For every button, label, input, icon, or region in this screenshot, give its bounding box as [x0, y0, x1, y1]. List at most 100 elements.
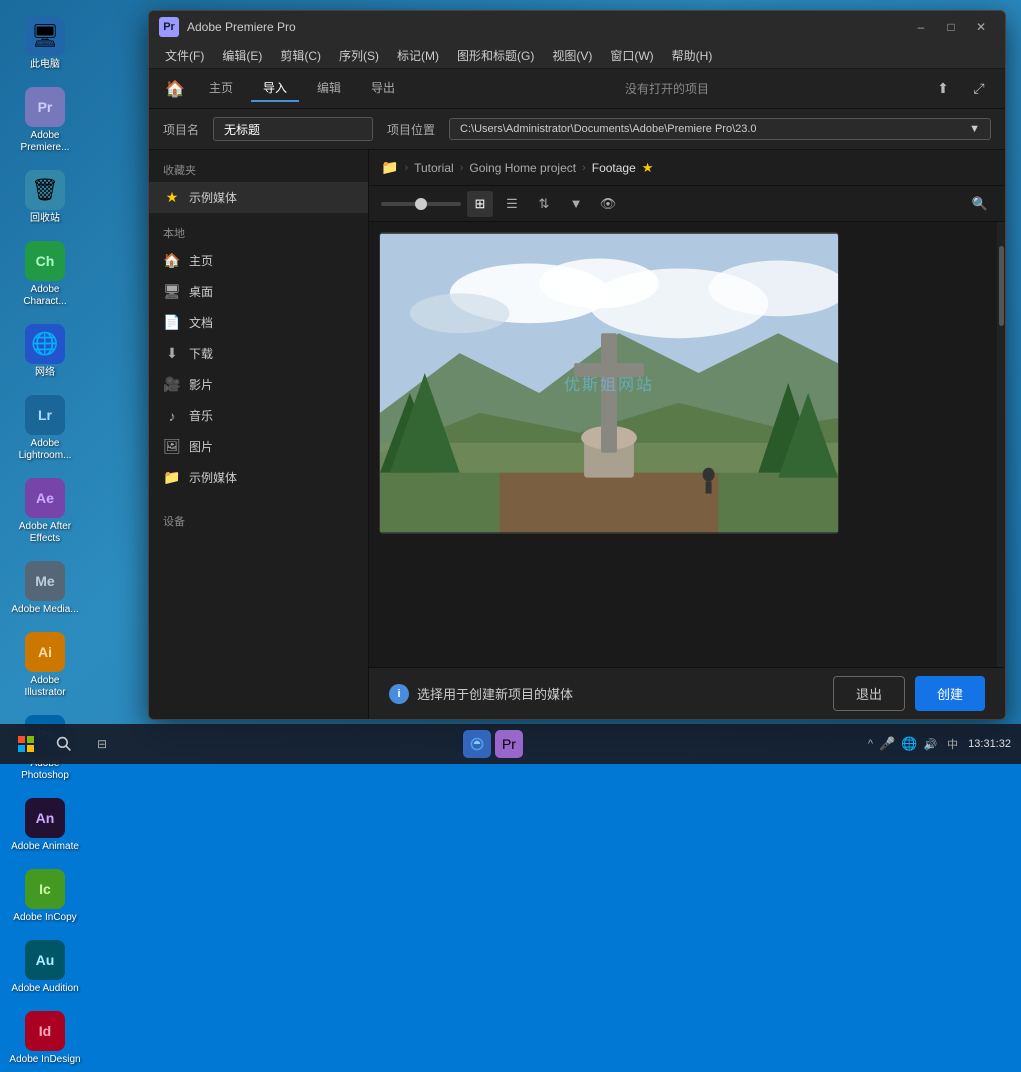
media-thumbnail: 优斯姐网站 — [380, 233, 838, 533]
menu-clip[interactable]: 剪辑(C) — [272, 45, 329, 66]
taskbar-edge-icon[interactable] — [463, 730, 491, 758]
tab-export[interactable]: 导出 — [359, 75, 407, 102]
create-button[interactable]: 创建 — [915, 676, 985, 711]
desktop-icon-animate[interactable]: An Adobe Animate — [5, 792, 85, 859]
animate-icon-label: Adobe Animate — [11, 841, 79, 853]
minimize-button[interactable]: – — [907, 17, 935, 37]
close-button[interactable]: ✕ — [967, 17, 995, 37]
scroll-thumb[interactable] — [999, 246, 1004, 326]
desktop-icon-network[interactable]: 🌐 网络 — [5, 318, 85, 385]
bottom-action-bar: i 选择用于创建新项目的媒体 退出 创建 — [369, 667, 1005, 719]
desktop-icon-audition[interactable]: Au Adobe Audition — [5, 934, 85, 1001]
breadcrumb-favorite-star[interactable]: ★ — [642, 160, 654, 176]
desktop-icon-premiere[interactable]: Pr Adobe Premiere... — [5, 81, 85, 160]
sidebar-movies-label: 影片 — [189, 376, 213, 393]
premiere-icon-label: Adobe Premiere... — [9, 130, 81, 154]
menu-file[interactable]: 文件(F) — [157, 45, 212, 66]
sidebar-sample-label: 示例媒体 — [189, 469, 237, 486]
tab-import[interactable]: 导入 — [251, 75, 299, 102]
network-icon: 🌐 — [25, 324, 65, 364]
project-name-input[interactable] — [213, 117, 373, 141]
cancel-button[interactable]: 退出 — [833, 676, 905, 711]
sidebar-item-documents[interactable]: 📄 文档 — [149, 307, 368, 338]
zoom-slider[interactable] — [381, 202, 461, 206]
sidebar-item-sample-media-favorites[interactable]: ★ 示例媒体 — [149, 182, 368, 213]
title-bar: Pr Adobe Premiere Pro – □ ✕ — [149, 11, 1005, 43]
preview-button[interactable]: 👁 — [595, 191, 621, 217]
tab-edit[interactable]: 编辑 — [305, 75, 353, 102]
sidebar-item-downloads[interactable]: ⬇ 下载 — [149, 338, 368, 369]
taskbar: ⊟ Pr ^ 🎤 🌐 🔊 中 13:31:32 — [0, 724, 1021, 764]
breadcrumb-tutorial[interactable]: Tutorial — [414, 161, 454, 175]
breadcrumb-footage[interactable]: Footage — [592, 161, 636, 175]
desktop-icon-character[interactable]: Ch Adobe Charact... — [5, 235, 85, 314]
sidebar-item-sample-media-local[interactable]: 📁 示例媒体 — [149, 462, 368, 493]
menu-marker[interactable]: 标记(M) — [389, 45, 447, 66]
grid-view-button[interactable]: ⊞ — [467, 191, 493, 217]
desktop-icon-media[interactable]: Me Adobe Media... — [5, 555, 85, 622]
filter-button[interactable]: ▼ — [563, 191, 589, 217]
desktop-icon-aftereffects[interactable]: Ae Adobe After Effects — [5, 472, 85, 551]
character-icon-label: Adobe Charact... — [9, 284, 81, 308]
sort-button[interactable]: ⇅ — [531, 191, 557, 217]
search-button[interactable]: 🔍 — [967, 191, 993, 217]
sidebar-home-label: 主页 — [189, 252, 213, 269]
list-view-button[interactable]: ☰ — [499, 191, 525, 217]
bottom-info-text: 选择用于创建新项目的媒体 — [417, 684, 573, 703]
premiere-window: Pr Adobe Premiere Pro – □ ✕ 文件(F) 编辑(E) … — [148, 10, 1006, 720]
search-taskbar-icon — [56, 736, 72, 752]
taskbar-premiere-icon[interactable]: Pr — [495, 730, 523, 758]
menu-edit[interactable]: 编辑(E) — [214, 45, 270, 66]
share-icon[interactable]: ⬆ — [927, 75, 959, 103]
maximize-button[interactable]: □ — [937, 17, 965, 37]
menu-sequence[interactable]: 序列(S) — [331, 45, 387, 66]
main-panel: 📁 › Tutorial › Going Home project › Foot… — [369, 150, 1005, 719]
desktop-icon-lightroom[interactable]: Lr Adobe Lightroom... — [5, 389, 85, 468]
sidebar-music-label: 音乐 — [189, 407, 213, 424]
list-item[interactable]: 优斯姐网站 — [379, 232, 839, 534]
desktop-icon-indesign[interactable]: Id Adobe InDesign — [5, 1005, 85, 1072]
project-location-label: 项目位置 — [387, 121, 435, 138]
menu-window[interactable]: 窗口(W) — [602, 45, 661, 66]
project-title: 没有打开的项目 — [411, 80, 923, 97]
search-taskbar-button[interactable] — [48, 728, 80, 760]
window-title: Adobe Premiere Pro — [187, 20, 296, 34]
edge-icon — [469, 736, 485, 752]
desktop-icon-sidebar: 🖥 — [163, 283, 181, 300]
zoom-slider-thumb[interactable] — [415, 198, 427, 210]
panel-body: 收藏夹 ★ 示例媒体 本地 🏠 主页 🖥 桌面 📄 文档 — [149, 150, 1005, 719]
media-icon-label: Adobe Media... — [11, 604, 78, 616]
sidebar-item-music[interactable]: ♪ 音乐 — [149, 400, 368, 431]
desktop-icon-computer[interactable]: 🖥 此电脑 — [5, 10, 85, 77]
local-label: 本地 — [149, 213, 368, 245]
microphone-icon[interactable]: 🎤 — [879, 736, 895, 752]
desktop-icon-incopy[interactable]: Ic Adobe InCopy — [5, 863, 85, 930]
network-icon-taskbar[interactable]: 🌐 — [901, 736, 917, 752]
start-button[interactable] — [10, 728, 42, 760]
desktop-icon-recycle[interactable]: 🗑 回收站 — [5, 164, 85, 231]
desktop-icon-illustrator[interactable]: Ai Adobe Illustrator — [5, 626, 85, 705]
sidebar-item-movies[interactable]: 🎥 影片 — [149, 369, 368, 400]
toolbar-right: ⬆ ⤢ — [927, 75, 995, 103]
project-location-dropdown[interactable]: C:\Users\Administrator\Documents\Adobe\P… — [449, 118, 991, 140]
menu-graphics[interactable]: 图形和标题(G) — [449, 45, 542, 66]
taskview-button[interactable]: ⊟ — [86, 728, 118, 760]
lightroom-icon-label: Adobe Lightroom... — [9, 438, 81, 462]
sidebar-item-home[interactable]: 🏠 主页 — [149, 245, 368, 276]
movie-icon: 🎥 — [163, 376, 181, 393]
incopy-icon-label: Adobe InCopy — [13, 912, 76, 924]
volume-icon[interactable]: 🔊 — [923, 738, 937, 751]
menu-help[interactable]: 帮助(H) — [664, 45, 721, 66]
lightroom-icon: Lr — [25, 395, 65, 435]
breadcrumb-folder-icon: 📁 — [381, 159, 398, 176]
media-icon: Me — [25, 561, 65, 601]
sidebar-item-pictures[interactable]: 🖼 图片 — [149, 431, 368, 462]
menu-view[interactable]: 视图(V) — [544, 45, 600, 66]
scrollbar[interactable] — [997, 222, 1005, 667]
sidebar-item-desktop[interactable]: 🖥 桌面 — [149, 276, 368, 307]
home-icon-btn[interactable]: 🏠 — [159, 75, 191, 103]
breadcrumb-goinghome[interactable]: Going Home project — [469, 161, 576, 175]
system-tray-caret[interactable]: ^ — [868, 738, 873, 750]
expand-icon[interactable]: ⤢ — [963, 75, 995, 103]
tab-home[interactable]: 主页 — [197, 75, 245, 102]
